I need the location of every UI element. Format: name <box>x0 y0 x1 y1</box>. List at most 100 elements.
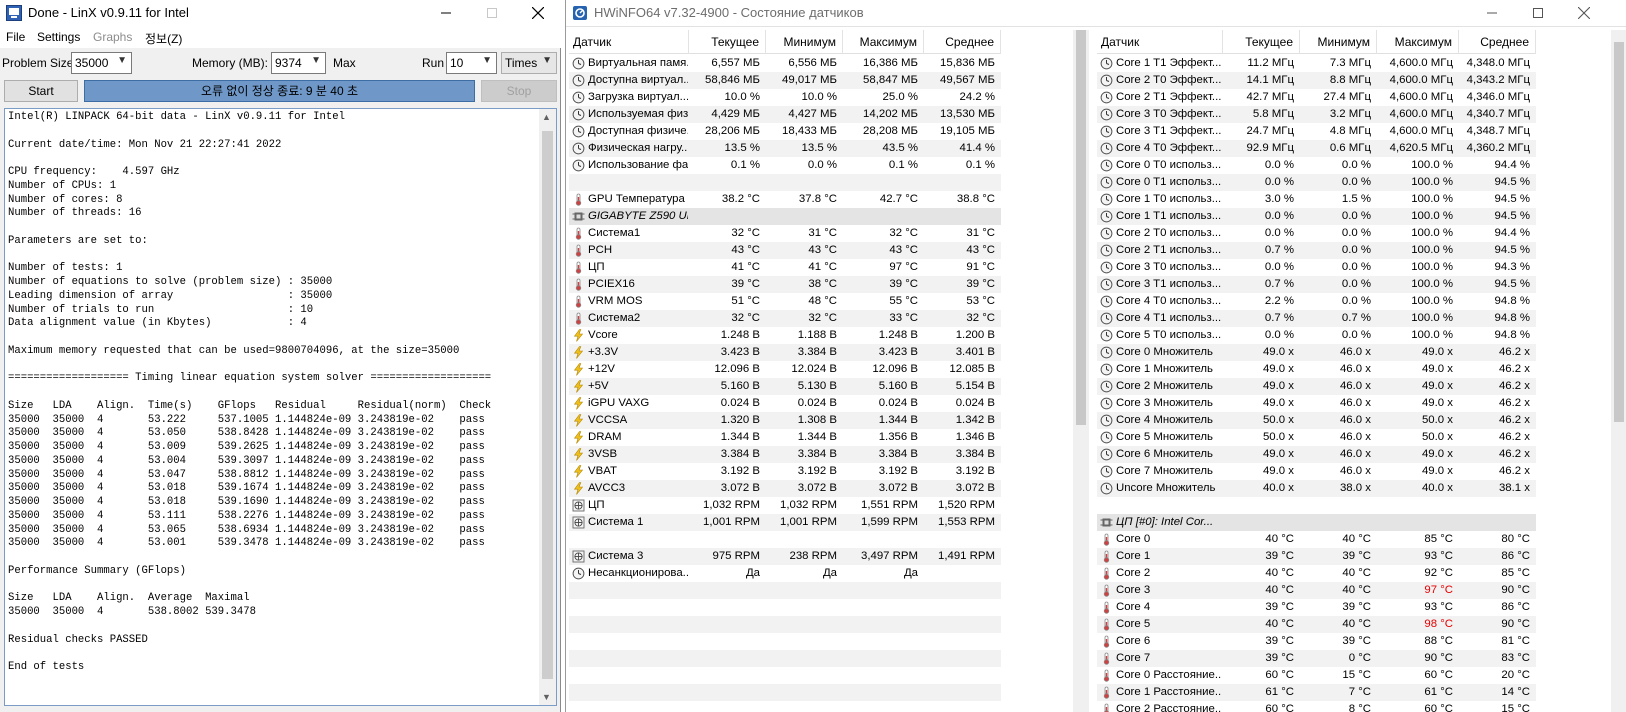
minimize-button[interactable] <box>423 0 469 26</box>
scrollbar-thumb[interactable] <box>1076 30 1086 425</box>
hw-maximize-button[interactable] <box>1515 0 1561 26</box>
column-header-name[interactable]: Датчик <box>1097 30 1223 54</box>
scrollbar-thumb[interactable] <box>1614 42 1624 422</box>
sensor-row[interactable]: Система 3 975 RPM 238 RPM 3,497 RPM 1,491 RP… <box>569 548 1001 565</box>
menu-file[interactable]: File <box>6 30 25 44</box>
sensor-row[interactable]: Core 3 Множитель 49.0 x 46.0 x 49.0 x 46.2 x <box>1097 395 1536 412</box>
sensor-row[interactable]: Core 0 40 °C 40 °C 85 °C 80 °C <box>1097 531 1536 548</box>
scroll-down-icon[interactable]: ▼ <box>542 692 551 702</box>
sensor-row[interactable]: GPU Температура 38.2 °C 37.8 °C 42.7 °C 38.8… <box>569 191 1001 208</box>
sensor-row[interactable]: Core 3 T0 Эффект... 5.8 МГц 3.2 МГц 4,600.0… <box>1097 106 1536 123</box>
column-header-min[interactable]: Минимум <box>766 30 843 54</box>
sensor-row[interactable]: Core 4 T1 использ... 0.7 % 0.7 % 100.0 % 94.… <box>1097 310 1536 327</box>
sensor-row[interactable]: Загрузка виртуал... 10.0 % 10.0 % 25.0 % 24.… <box>569 89 1001 106</box>
sensor-row[interactable]: Core 3 T1 Эффект... 24.7 МГц 4.8 МГц 4,600.… <box>1097 123 1536 140</box>
hw-minimize-button[interactable] <box>1469 0 1515 26</box>
sensor-row[interactable] <box>569 633 1001 650</box>
sensor-row[interactable]: Core 5 40 °C 40 °C 98 °C 90 °C <box>1097 616 1536 633</box>
right-pane-scrollbar[interactable] <box>1611 30 1626 712</box>
sensor-row[interactable] <box>569 599 1001 616</box>
sensor-row[interactable]: Core 2 T1 Эффект... 42.7 МГц 27.4 МГц 4,600… <box>1097 89 1536 106</box>
close-button[interactable] <box>515 0 561 26</box>
sensor-row[interactable] <box>569 582 1001 599</box>
sensor-group-row[interactable]: ЦП [#0]: Intel Cor... <box>1097 514 1536 531</box>
sensor-row[interactable]: Core 0 Расстояние... 60 °C 15 °C 60 °C 20 °C <box>1097 667 1536 684</box>
sensor-row[interactable]: Core 2 T0 использ... 0.0 % 0.0 % 100.0 % 94.… <box>1097 225 1536 242</box>
sensor-row[interactable]: Core 3 T1 использ... 0.7 % 0.0 % 100.0 % 94.… <box>1097 276 1536 293</box>
left-pane-scrollbar[interactable] <box>1073 30 1089 712</box>
sensor-row[interactable]: Виртуальная памя... 6,557 МБ 6,556 МБ 16,38… <box>569 55 1001 72</box>
column-header-min[interactable]: Минимум <box>1300 30 1377 54</box>
sensor-group-row[interactable]: GIGABYTE Z590 UD... <box>569 208 1001 225</box>
sensor-row[interactable] <box>569 701 1001 712</box>
sensor-row[interactable]: Core 3 40 °C 40 °C 97 °C 90 °C <box>1097 582 1536 599</box>
sensor-row[interactable] <box>569 616 1001 633</box>
stop-button[interactable]: Stop <box>481 80 557 102</box>
column-header-max[interactable]: Максимум <box>1377 30 1459 54</box>
column-header-cur[interactable]: Текущее <box>689 30 766 54</box>
column-header-avg[interactable]: Среднее <box>1459 30 1536 54</box>
sensor-row[interactable]: Физическая нагру... 13.5 % 13.5 % 43.5 % 41.… <box>569 140 1001 157</box>
column-header-cur[interactable]: Текущее <box>1223 30 1300 54</box>
sensor-row[interactable]: Core 1 T1 использ... 0.0 % 0.0 % 100.0 % 94.… <box>1097 208 1536 225</box>
sensor-row[interactable]: Core 0 Множитель 49.0 x 46.0 x 49.0 x 46.2 x <box>1097 344 1536 361</box>
sensor-row[interactable]: Core 1 39 °C 39 °C 93 °C 86 °C <box>1097 548 1536 565</box>
sensor-row[interactable]: Core 5 T0 использ... 0.0 % 0.0 % 100.0 % 94.… <box>1097 327 1536 344</box>
sensor-row[interactable]: Core 0 T1 использ... 0.0 % 0.0 % 100.0 % 94.… <box>1097 174 1536 191</box>
sensor-row[interactable] <box>1097 497 1536 514</box>
sensor-row[interactable]: Core 2 Расстояние... 60 °C 8 °C 60 °C 15 °C <box>1097 701 1536 712</box>
sensor-row[interactable]: 3VSB 3.384 В 3.384 В 3.384 В 3.384 В <box>569 446 1001 463</box>
sensor-row[interactable]: Core 1 Множитель 49.0 x 46.0 x 49.0 x 46.2 x <box>1097 361 1536 378</box>
sensor-row[interactable] <box>569 174 1001 191</box>
sensor-row[interactable] <box>569 667 1001 684</box>
sensor-row[interactable]: DRAM 1.344 В 1.344 В 1.356 В 1.346 В <box>569 429 1001 446</box>
sensor-row[interactable]: Core 0 T0 использ... 0.0 % 0.0 % 100.0 % 94.… <box>1097 157 1536 174</box>
sensor-row[interactable]: Core 1 T0 использ... 3.0 % 1.5 % 100.0 % 94.… <box>1097 191 1536 208</box>
maximize-button[interactable] <box>469 0 515 26</box>
sensor-row[interactable]: +12V 12.096 В 12.024 В 12.096 В 12.085 В <box>569 361 1001 378</box>
sensor-row[interactable]: VCCSA 1.320 В 1.308 В 1.344 В 1.342 В <box>569 412 1001 429</box>
sensor-row[interactable]: ЦП 41 °C 41 °C 97 °C 91 °C <box>569 259 1001 276</box>
sensor-row[interactable]: Uncore Множитель 40.0 x 38.0 x 40.0 x 38.1 x <box>1097 480 1536 497</box>
sensor-row[interactable]: +5V 5.160 В 5.130 В 5.160 В 5.154 В <box>569 378 1001 395</box>
sensor-row[interactable]: Core 7 Множитель 49.0 x 46.0 x 49.0 x 46.2 x <box>1097 463 1536 480</box>
sensor-row[interactable]: PCH 43 °C 43 °C 43 °C 43 °C <box>569 242 1001 259</box>
column-header-max[interactable]: Максимум <box>843 30 924 54</box>
sensor-row[interactable]: Core 1 T1 Эффект... 11.2 МГц 7.3 МГц 4,600.… <box>1097 55 1536 72</box>
sensor-row[interactable] <box>569 650 1001 667</box>
column-header-name[interactable]: Датчик <box>569 30 689 54</box>
sensor-row[interactable]: ЦП 1,032 RPM 1,032 RPM 1,551 RPM 1,520 RPM <box>569 497 1001 514</box>
sensor-row[interactable]: Использование фа... 0.1 % 0.0 % 0.1 % 0.1 % <box>569 157 1001 174</box>
run-mode-select[interactable]: Times ▼ <box>501 52 557 74</box>
sensor-row[interactable]: Доступна виртуал... 58,846 МБ 49,017 МБ 58,… <box>569 72 1001 89</box>
menu-about[interactable]: 정보(Z) <box>145 30 182 47</box>
sensor-row[interactable]: AVCC3 3.072 В 3.072 В 3.072 В 3.072 В <box>569 480 1001 497</box>
sensor-row[interactable]: Core 5 Множитель 50.0 x 46.0 x 50.0 x 46.2 x <box>1097 429 1536 446</box>
memory-select[interactable]: 9374 ▼ <box>271 52 326 74</box>
sensor-row[interactable]: Доступная физиче... 28,206 МБ 18,433 МБ 28,… <box>569 123 1001 140</box>
run-count-select[interactable]: 10 ▼ <box>446 52 497 74</box>
sensor-row[interactable]: Система 1 1,001 RPM 1,001 RPM 1,599 RPM 1,55… <box>569 514 1001 531</box>
sensor-row[interactable]: Vcore 1.248 В 1.188 В 1.248 В 1.200 В <box>569 327 1001 344</box>
menu-graphs[interactable]: Graphs <box>93 30 132 44</box>
sensor-row[interactable]: Core 3 T0 использ... 0.0 % 0.0 % 100.0 % 94.… <box>1097 259 1536 276</box>
sensor-row[interactable] <box>569 531 1001 548</box>
sensor-row[interactable]: VRM MOS 51 °C 48 °C 55 °C 53 °C <box>569 293 1001 310</box>
sensor-row[interactable]: +3.3V 3.423 В 3.384 В 3.423 В 3.401 В <box>569 344 1001 361</box>
sensor-row[interactable]: PCIEX16 39 °C 38 °C 39 °C 39 °C <box>569 276 1001 293</box>
sensor-row[interactable]: Core 2 40 °C 40 °C 92 °C 85 °C <box>1097 565 1536 582</box>
scrollbar-thumb[interactable] <box>542 131 553 679</box>
sensor-row[interactable]: Core 2 T0 Эффект... 14.1 МГц 8.8 МГц 4,600.… <box>1097 72 1536 89</box>
output-scrollbar[interactable]: ▲ ▼ <box>539 109 556 705</box>
sensor-row[interactable]: iGPU VAXG 0.024 В 0.024 В 0.024 В 0.024 В <box>569 395 1001 412</box>
sensor-row[interactable]: VBAT 3.192 В 3.192 В 3.192 В 3.192 В <box>569 463 1001 480</box>
problem-size-select[interactable]: 35000 ▼ <box>71 52 132 74</box>
sensor-row[interactable]: Core 6 Множитель 49.0 x 46.0 x 49.0 x 46.2 x <box>1097 446 1536 463</box>
sensor-row[interactable]: Core 2 T1 использ... 0.7 % 0.0 % 100.0 % 94.… <box>1097 242 1536 259</box>
linpack-output[interactable]: Intel(R) LINPACK 64-bit data - LinX v0.9… <box>4 108 557 706</box>
sensor-row[interactable]: Core 4 T0 Эффект... 92.9 МГц 0.6 МГц 4,620.… <box>1097 140 1536 157</box>
sensor-row[interactable]: Несанкционирова... Да Да Да <box>569 565 1001 582</box>
sensor-row[interactable]: Core 4 T0 использ... 2.2 % 0.0 % 100.0 % 94.… <box>1097 293 1536 310</box>
sensor-row[interactable]: Core 1 Расстояние... 61 °C 7 °C 61 °C 14 °C <box>1097 684 1536 701</box>
sensor-row[interactable]: Core 2 Множитель 49.0 x 46.0 x 49.0 x 46.2 x <box>1097 378 1536 395</box>
